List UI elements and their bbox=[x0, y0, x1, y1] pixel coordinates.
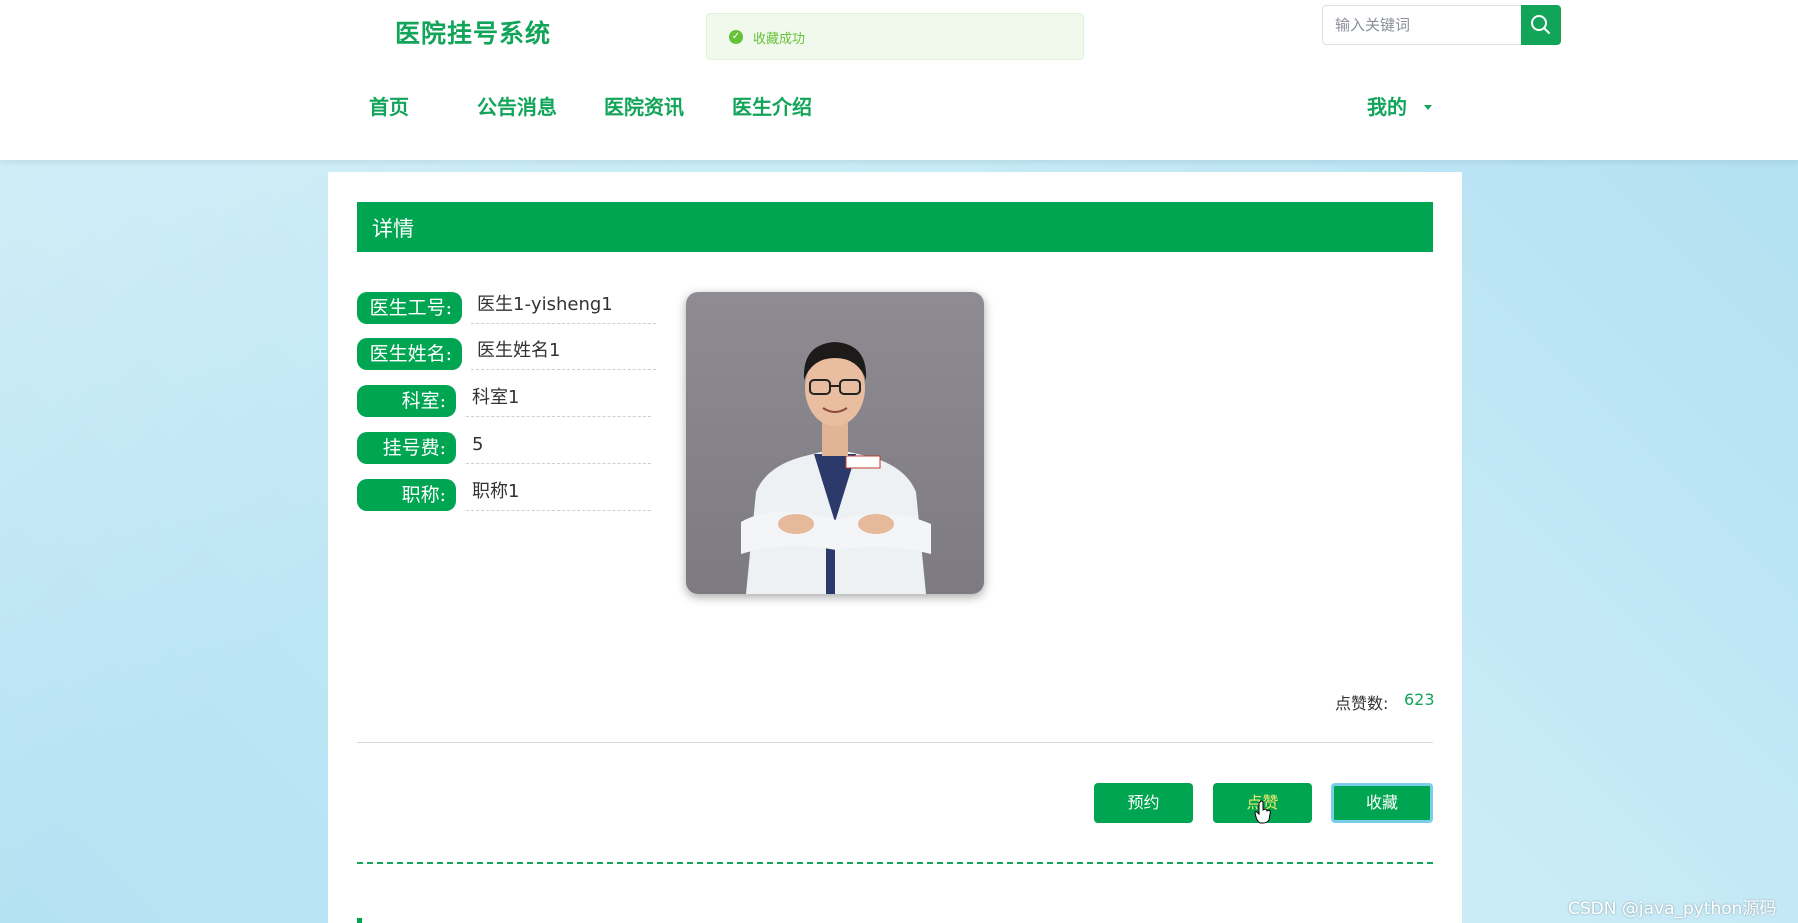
field-label-department: 科室: bbox=[357, 385, 456, 417]
field-value-doctor-name: 医生姓名1 bbox=[471, 336, 656, 370]
search-button[interactable] bbox=[1521, 5, 1561, 45]
section-divider bbox=[357, 862, 1433, 864]
likes-label: 点赞数: bbox=[1335, 694, 1389, 713]
cursor-hand-icon bbox=[1254, 800, 1271, 824]
field-label-title: 职称: bbox=[357, 479, 456, 511]
field-label-fee: 挂号费: bbox=[357, 432, 456, 464]
success-toast: ✓ 收藏成功 bbox=[706, 13, 1084, 60]
field-value-title: 职称1 bbox=[466, 477, 651, 511]
watermark: CSDN @java_python源码 bbox=[1568, 899, 1777, 919]
nav-hospital-news[interactable]: 医院资讯 bbox=[604, 91, 684, 120]
nav-announcements[interactable]: 公告消息 bbox=[477, 91, 557, 120]
favorite-button[interactable]: 收藏 bbox=[1331, 783, 1433, 823]
section-marker bbox=[357, 918, 362, 923]
doctor-photo bbox=[686, 292, 984, 594]
likes-count: 623 bbox=[1404, 690, 1435, 709]
field-value-department: 科室1 bbox=[466, 383, 651, 417]
search-input[interactable] bbox=[1322, 5, 1522, 45]
field-label-doctor-id: 医生工号: bbox=[357, 292, 462, 324]
chevron-down-icon[interactable] bbox=[1424, 105, 1432, 110]
nav-home[interactable]: 首页 bbox=[369, 91, 409, 120]
nav-doctor-intro[interactable]: 医生介绍 bbox=[732, 91, 812, 120]
divider bbox=[357, 742, 1433, 743]
field-label-doctor-name: 医生姓名: bbox=[357, 338, 462, 370]
check-circle-icon: ✓ bbox=[729, 30, 743, 44]
field-value-fee: 5 bbox=[466, 430, 651, 464]
site-header: 医院挂号系统 ✓ 收藏成功 首页 公告消息 医院资讯 医生介绍 我的 bbox=[0, 0, 1798, 160]
site-logo[interactable]: 医院挂号系统 bbox=[395, 14, 551, 50]
user-menu[interactable]: 我的 bbox=[1367, 91, 1407, 120]
toast-message: 收藏成功 bbox=[753, 32, 806, 47]
detail-title: 详情 bbox=[372, 217, 414, 241]
book-button[interactable]: 预约 bbox=[1094, 783, 1193, 823]
field-value-doctor-id: 医生1-yisheng1 bbox=[471, 290, 656, 324]
search-icon bbox=[1531, 15, 1550, 34]
detail-title-bar bbox=[357, 202, 1433, 252]
